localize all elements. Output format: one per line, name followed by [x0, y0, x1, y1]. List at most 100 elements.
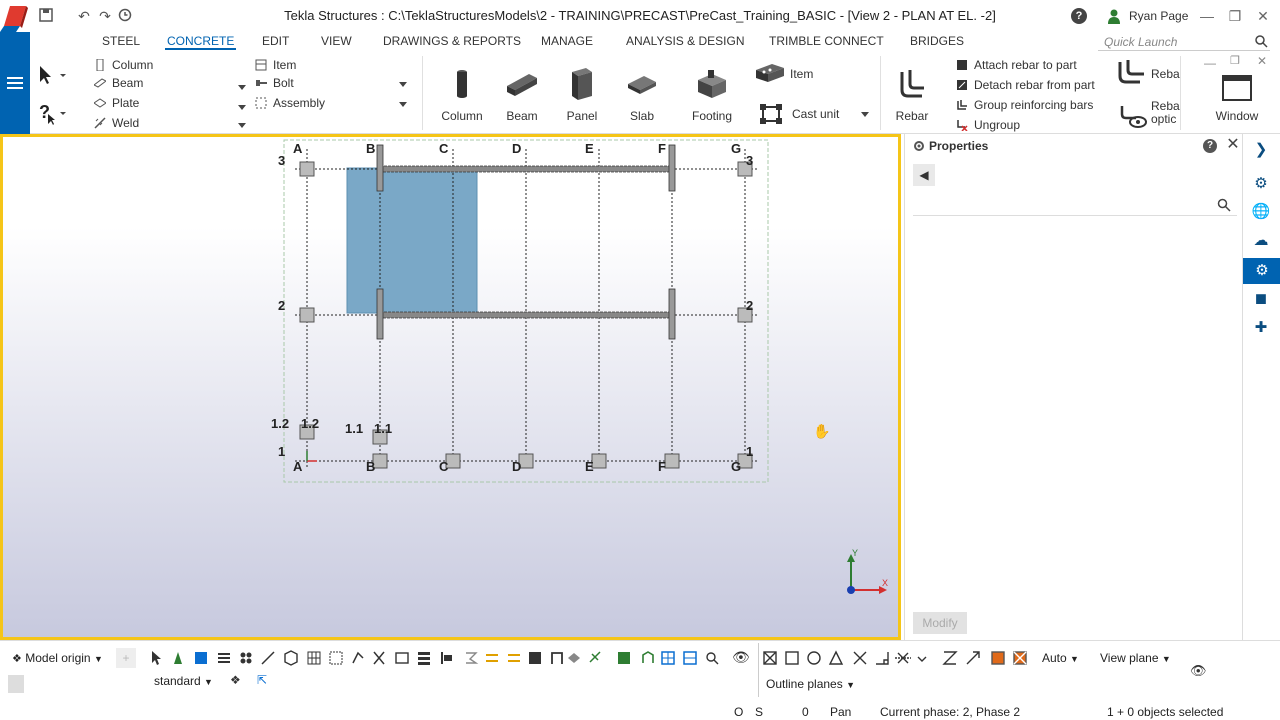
select-edit-icon[interactable]: [589, 651, 601, 663]
status-smart-select[interactable]: S: [755, 705, 763, 719]
slab-part[interactable]: [346, 167, 478, 314]
hamburger-menu-icon[interactable]: [7, 77, 23, 89]
concrete-slab-button[interactable]: Slab: [618, 66, 666, 123]
properties-close-icon[interactable]: ✕: [1225, 136, 1241, 154]
snap-orange-icon[interactable]: [991, 651, 1005, 665]
steel-beam-button[interactable]: Beam: [94, 74, 143, 92]
column-f2[interactable]: [668, 288, 676, 340]
pointer-icon[interactable]: ⇱: [257, 673, 267, 687]
quick-launch-input[interactable]: Quick Launch: [1098, 33, 1270, 51]
tab-drawings-reports[interactable]: DRAWINGS & REPORTS: [381, 34, 523, 48]
select-cuts-icon[interactable]: [373, 651, 385, 665]
snap-nearest-icon[interactable]: [917, 656, 927, 662]
selection-filter-select[interactable]: standard ▼: [150, 671, 213, 691]
model-origin-select[interactable]: ❖ Model origin ▼: [8, 648, 103, 668]
select-reinforcing-icon[interactable]: [352, 651, 364, 664]
filter-settings-icon[interactable]: ❖: [230, 673, 241, 687]
select-pour-icon[interactable]: [486, 654, 498, 662]
ungroup-rebar-button[interactable]: Ungroup: [956, 116, 1020, 134]
search-icon[interactable]: [1217, 198, 1231, 212]
view-plane-select[interactable]: View plane ▼: [1096, 648, 1171, 668]
globe-icon[interactable]: 🌐: [1251, 202, 1271, 222]
grid-marker[interactable]: [591, 453, 607, 469]
cast-unit-icon[interactable]: [758, 102, 784, 126]
select-views-icon[interactable]: [395, 652, 409, 664]
concrete-item-label[interactable]: Item: [790, 67, 813, 81]
ribbon-restore-icon[interactable]: ❐: [1230, 54, 1240, 67]
planes-visibility-eye-icon[interactable]: 👁: [1190, 663, 1207, 679]
assembly-button[interactable]: Assembly: [255, 94, 325, 112]
outline-planes-select[interactable]: Outline planes ▼: [762, 674, 855, 694]
select-magnifier-icon[interactable]: [706, 652, 716, 662]
settings-key-icon[interactable]: ⚙: [1251, 174, 1271, 194]
concrete-column-button[interactable]: Column: [438, 66, 486, 123]
cast-unit-dropdown-icon[interactable]: [861, 112, 869, 117]
tab-manage[interactable]: MANAGE: [539, 34, 595, 48]
beam-dropdown-icon[interactable]: [238, 85, 246, 90]
beam-row-3[interactable]: [379, 165, 673, 173]
model-view-viewport[interactable]: A B C D E F G A B C D E F G 3 2 1 3 2 1 …: [0, 134, 901, 640]
properties-help-icon[interactable]: ?: [1203, 139, 1217, 153]
snap-geometry-points-icon[interactable]: [785, 651, 799, 665]
select-assemblies-icon[interactable]: [529, 652, 541, 664]
select-welds-icon[interactable]: [218, 653, 230, 655]
select-loads-icon[interactable]: [418, 652, 430, 655]
snap-midpoint-icon[interactable]: [853, 651, 867, 665]
select-surfaces-icon[interactable]: [195, 652, 207, 664]
rebar-set-icon[interactable]: [1114, 58, 1148, 86]
select-lines-icon[interactable]: [261, 651, 275, 665]
properties-search-input[interactable]: [913, 194, 1237, 216]
help-icon[interactable]: ?: [1071, 8, 1087, 24]
select-points-icon[interactable]: [441, 652, 443, 664]
properties-back-icon[interactable]: ◀: [913, 164, 935, 186]
components-icon[interactable]: ✚: [1251, 318, 1271, 338]
tab-trimble-connect[interactable]: TRIMBLE CONNECT: [767, 34, 886, 48]
select-objects-in-components-icon[interactable]: [551, 652, 563, 664]
rebar-set-label[interactable]: Reba: [1151, 67, 1180, 81]
window-button[interactable]: Window: [1210, 74, 1264, 123]
visibility-eye-icon[interactable]: 👁: [732, 649, 750, 666]
snap-intersection-icon[interactable]: [828, 650, 844, 665]
model-plan-canvas[interactable]: [3, 137, 898, 637]
snap-toggle-button[interactable]: [8, 675, 24, 693]
select-reference-icon[interactable]: [642, 651, 654, 663]
plate-dropdown-icon[interactable]: [238, 105, 246, 110]
ribbon-file-menu[interactable]: [0, 32, 30, 134]
snap-depth-select[interactable]: Auto ▼: [1038, 648, 1079, 668]
bolt-button[interactable]: Bolt: [255, 74, 294, 92]
tab-bridges[interactable]: BRIDGES: [908, 34, 966, 48]
detach-rebar-button[interactable]: Detach rebar from part: [956, 76, 1095, 94]
rebar-options-icon[interactable]: [1118, 104, 1148, 130]
user-icon[interactable]: [1107, 8, 1121, 24]
tab-view[interactable]: VIEW: [319, 34, 354, 48]
select-pour-breaks-icon[interactable]: [508, 654, 520, 662]
item-button[interactable]: Item: [255, 56, 296, 74]
select-planes-icon[interactable]: [466, 652, 479, 664]
select-components-icon[interactable]: [284, 650, 298, 666]
steel-plate-button[interactable]: Plate: [94, 94, 139, 112]
beam-row-2[interactable]: [379, 311, 673, 319]
tab-steel[interactable]: STEEL: [100, 34, 142, 48]
expand-side-pane-icon[interactable]: ❯: [1251, 140, 1271, 160]
steel-column-button[interactable]: Column: [94, 56, 153, 74]
concrete-footing-button[interactable]: Footing: [686, 66, 738, 123]
snap-line-icon[interactable]: [942, 651, 958, 665]
catalog-cube-icon[interactable]: ◼: [1251, 289, 1271, 309]
snap-center-icon[interactable]: [807, 651, 821, 665]
column-b3[interactable]: [376, 144, 384, 192]
assembly-dropdown-icon[interactable]: [399, 102, 407, 107]
search-icon[interactable]: [1255, 35, 1268, 48]
rebar-options-label[interactable]: Reba optic: [1151, 100, 1180, 126]
select-tool-icon[interactable]: [36, 64, 66, 86]
bolt-dropdown-icon[interactable]: [399, 82, 407, 87]
modify-button[interactable]: Modify: [913, 612, 967, 634]
user-name[interactable]: Ryan Page: [1129, 9, 1188, 23]
tab-edit[interactable]: EDIT: [260, 34, 291, 48]
properties-tab-icon[interactable]: ⚙: [1243, 258, 1280, 284]
weld-dropdown-icon[interactable]: [238, 123, 246, 128]
query-tool-icon[interactable]: ?: [36, 102, 66, 126]
snap-perpendicular-icon[interactable]: [876, 652, 889, 665]
rebar-button[interactable]: Rebar: [890, 66, 934, 123]
concrete-beam-button[interactable]: Beam: [498, 66, 546, 123]
grid-marker[interactable]: [299, 161, 315, 177]
